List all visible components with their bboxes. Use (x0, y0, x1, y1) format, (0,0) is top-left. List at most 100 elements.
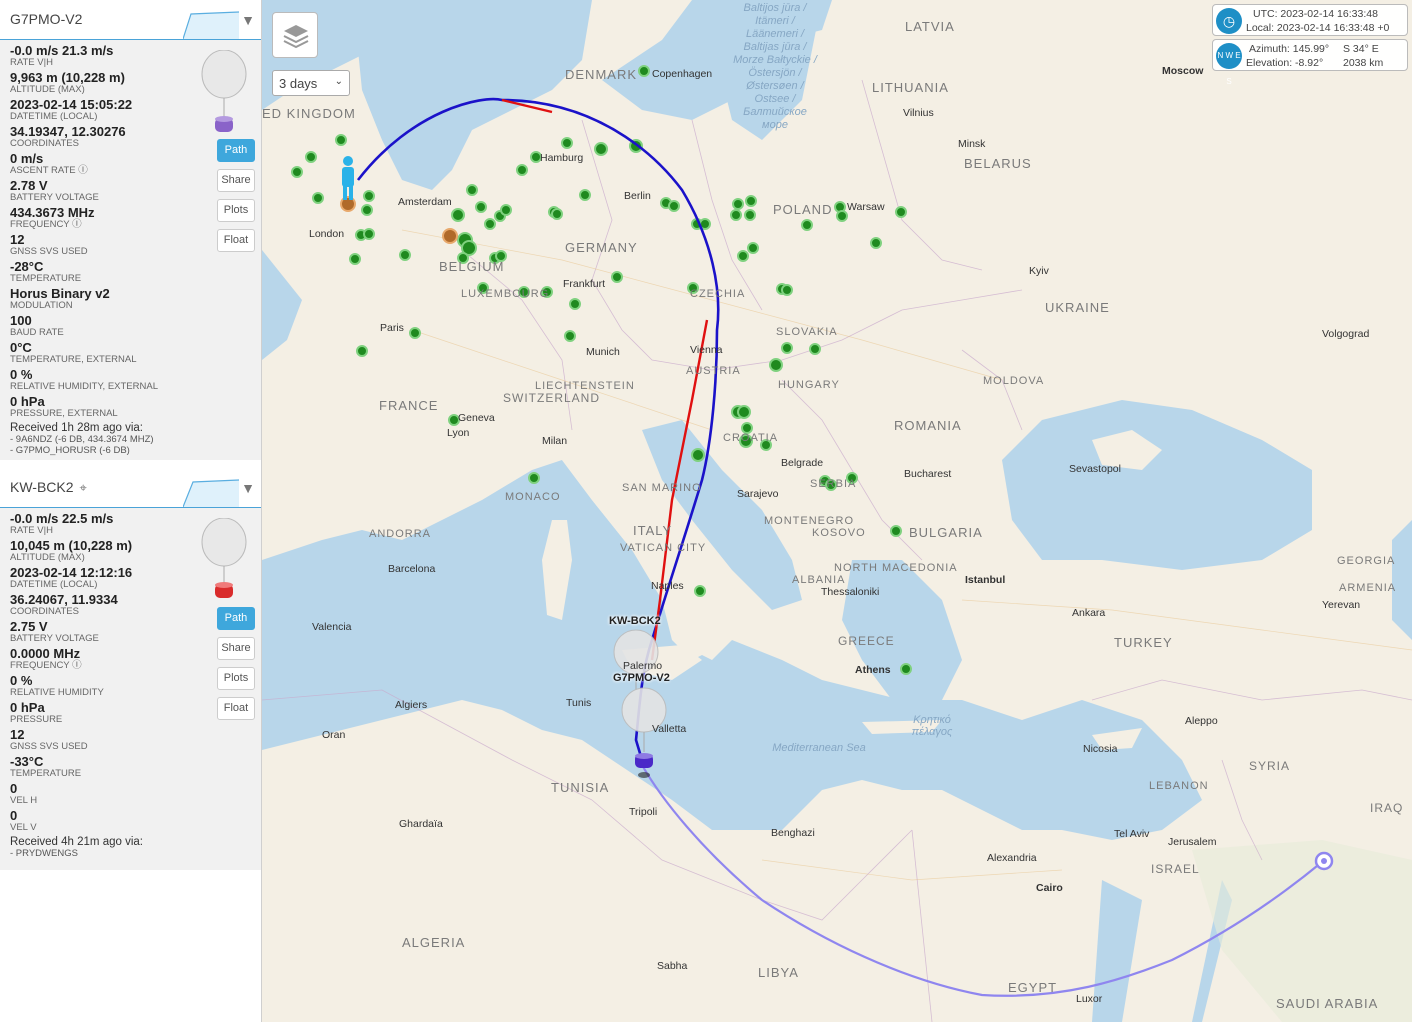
field-label: Frequency ⓘ (10, 219, 82, 230)
city-label: Thessaloniki (821, 586, 880, 598)
field-value: 0 m/s (10, 151, 44, 166)
telemetry-field: 0 Vel V (10, 809, 210, 836)
compass-icon: N W E S (1216, 43, 1242, 86)
city-label: London (309, 228, 345, 240)
share-button[interactable]: Share (217, 637, 255, 660)
field-value: 34.19347, 12.30276 (10, 124, 126, 139)
share-button[interactable]: Share (217, 169, 255, 192)
field-label: Coordinates (10, 138, 79, 149)
country-label: MONTENEGRO (764, 515, 855, 527)
country-label: ALBANIA (792, 574, 846, 586)
city-label: Luxor (1076, 993, 1103, 1005)
telemetry-field: 34.19347, 12.30276 Coordinates (10, 125, 210, 152)
receiver-marker-active[interactable] (442, 228, 458, 244)
chevron-down-icon: ⌄ (334, 76, 343, 87)
city-label: Vienna (690, 344, 723, 356)
path-button[interactable]: Path (217, 607, 255, 630)
field-label: Relative humidity (10, 687, 104, 698)
telemetry-field: -28°C Temperature (10, 260, 210, 287)
telemetry-field: -0.0 m/s 21.3 m/s Rate V|H (10, 44, 210, 71)
country-label: LIECHTENSTEIN (535, 380, 635, 392)
country-label: HUNGARY (778, 379, 840, 391)
country-label: ALGERIA (402, 935, 466, 950)
city-label: Tel Aviv (1114, 828, 1150, 840)
field-value: -33°C (10, 754, 44, 769)
layers-button[interactable] (272, 12, 318, 58)
city-label: Bucharest (904, 468, 952, 480)
city-label: Valletta (652, 723, 687, 735)
field-value: 0 % (10, 673, 33, 688)
payload-card-g7pmo: G7PMO-V2 ▼ -0.0 m/s 21.3 m/s Rate V|H 9,96… (0, 0, 261, 460)
time-range-value: 3 days (279, 76, 318, 91)
city-label: Vilnius (903, 107, 934, 119)
float-button[interactable]: Float (217, 697, 255, 720)
card-header[interactable]: G7PMO-V2 ▼ (0, 0, 261, 40)
telemetry-field: 0 % Relative humidity, external (10, 368, 210, 395)
city-label: Alexandria (987, 852, 1037, 864)
azimuth-value: Azimuth: 145.99° (1249, 43, 1330, 55)
city-label: Paris (380, 322, 404, 334)
city-label: Warsaw (847, 201, 885, 213)
collapse-arrow-icon[interactable]: ▼ (241, 12, 255, 28)
telemetry-field: 0 % Relative humidity (10, 674, 210, 701)
path-button[interactable]: Path (217, 139, 255, 162)
telemetry-field: 2023-02-14 12:12:16 Datetime (local) (10, 566, 210, 593)
city-label: Aleppo (1185, 715, 1218, 727)
telemetry-field: 434.3673 MHz Frequency ⓘ (10, 206, 210, 233)
telemetry-field: -33°C Temperature (10, 755, 210, 782)
field-label: Vel V (10, 822, 37, 833)
city-label: Algiers (395, 699, 428, 711)
local-time: Local: 2023-02-14 16:33:48 +0 (1246, 22, 1390, 34)
country-label: ROMANIA (894, 418, 962, 433)
altitude-sparkline (183, 479, 239, 507)
field-label: Datetime (local) (10, 579, 98, 590)
time-info-box: ◷ UTC: 2023-02-14 16:33:48 Local: 2023-0… (1212, 4, 1408, 36)
city-label: Moscow (1162, 65, 1204, 77)
plots-button[interactable]: Plots (217, 667, 255, 690)
city-label: Tunis (566, 697, 592, 709)
field-value: 0 hPa (10, 700, 45, 715)
country-label: ITALY (633, 523, 673, 538)
country-label: EGYPT (1008, 980, 1058, 995)
city-label: Cairo (1036, 882, 1063, 894)
float-button[interactable]: Float (217, 229, 255, 252)
collapse-arrow-icon[interactable]: ▼ (241, 480, 255, 496)
time-range-select[interactable]: 3 days ⌄ (272, 70, 350, 96)
plots-button[interactable]: Plots (217, 199, 255, 222)
field-label: Rate V|H (10, 525, 53, 536)
telemetry-field: -0.0 m/s 22.5 m/s Rate V|H (10, 512, 210, 539)
field-value: 0 (10, 808, 18, 823)
country-label: CZECHIA (690, 288, 746, 300)
country-label: VATICAN CITY (620, 542, 707, 554)
field-value: 2023-02-14 12:12:16 (10, 565, 133, 580)
field-value: 0 (10, 781, 18, 796)
country-label: ED KINGDOM (262, 106, 356, 121)
city-label: Tripoli (629, 806, 658, 818)
telemetry-field: 0°C Temperature, external (10, 341, 210, 368)
card-header[interactable]: KW-BCK2 ⌖ ▼ (0, 468, 261, 508)
field-label: GNSS SVS used (10, 246, 88, 257)
tracker-map[interactable]: DENMARK LATVIA LITHUANIA BELARUS POLAND … (262, 0, 1412, 1022)
received-status: Received 4h 21m ago via: (10, 836, 143, 848)
country-label: SLOVAKIA (776, 326, 838, 338)
azimuth-info-box: N W E S Azimuth: 145.99° S 34° E Elevati… (1212, 39, 1408, 86)
telemetry-field: 10,045 m (10,228 m) Altitude (max) (10, 539, 210, 566)
city-label: Sevastopol (1069, 463, 1121, 475)
telemetry-field: 2.75 V Battery voltage (10, 620, 210, 647)
balloon-icon (201, 518, 247, 598)
telemetry-field: 0 hPa Pressure (10, 701, 210, 728)
country-label: DENMARK (565, 67, 638, 82)
city-label: Sabha (657, 960, 688, 972)
country-label: GREECE (838, 634, 895, 648)
city-label: Barcelona (388, 563, 436, 575)
city-label: Jerusalem (1168, 836, 1217, 848)
country-label: ARMENIA (1339, 582, 1397, 594)
utc-time: UTC: 2023-02-14 16:33:48 (1253, 8, 1378, 20)
field-value: -28°C (10, 259, 44, 274)
field-label: Coordinates (10, 606, 79, 617)
country-label: ISRAEL (1151, 862, 1200, 876)
telemetry-field: 36.24067, 11.9334 Coordinates (10, 593, 210, 620)
elevation-value: Elevation: -8.92° (1246, 57, 1324, 69)
telemetry-field: 12 GNSS SVS used (10, 233, 210, 260)
telemetry-field: 0.0000 MHz Frequency ⓘ (10, 647, 210, 674)
